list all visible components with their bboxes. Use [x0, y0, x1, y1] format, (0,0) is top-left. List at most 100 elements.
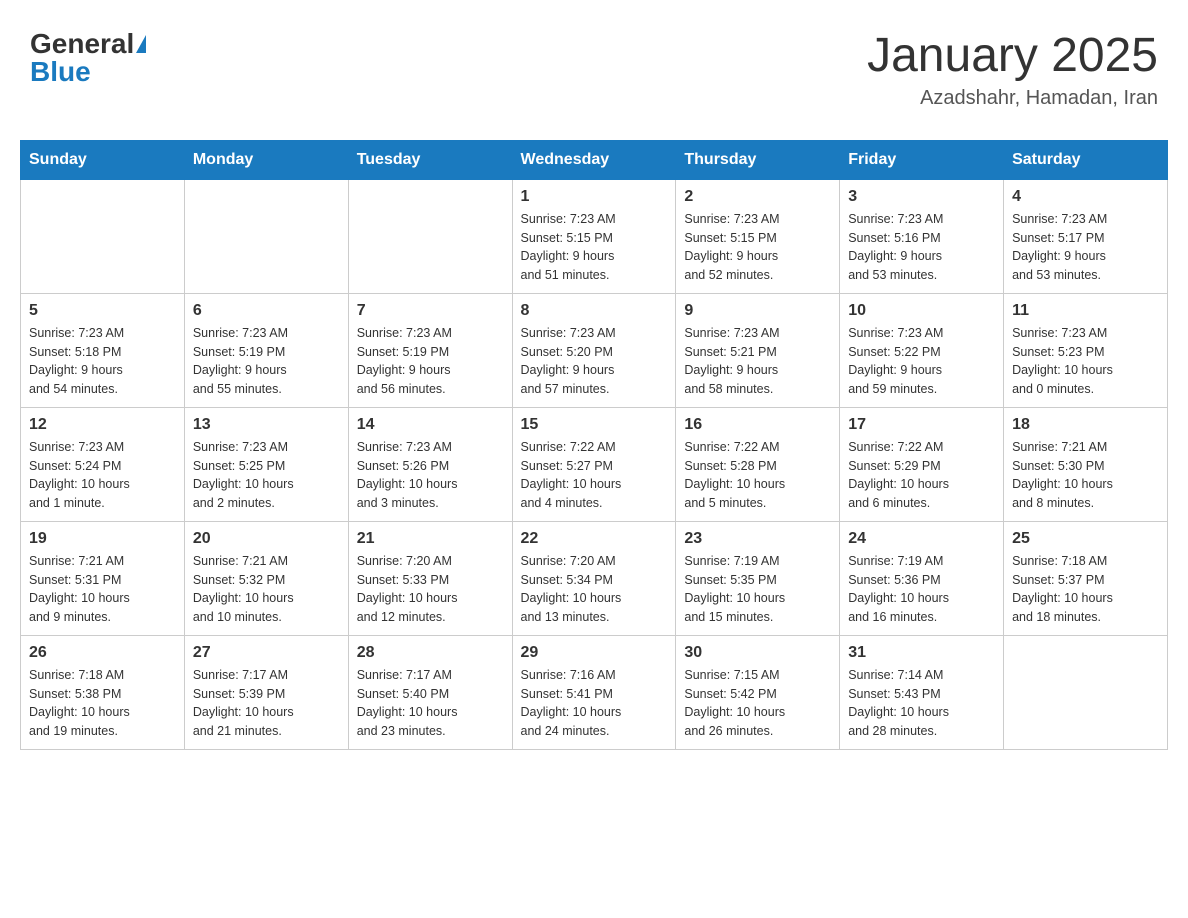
calendar-cell: 11 Sunrise: 7:23 AM Sunset: 5:23 PM Dayli…: [1004, 293, 1168, 407]
day-info: Sunrise: 7:23 AM Sunset: 5:15 PM Dayligh…: [521, 210, 668, 285]
day-of-week-header: Tuesday: [348, 140, 512, 179]
day-number: 29: [521, 644, 668, 662]
calendar-cell: 6 Sunrise: 7:23 AM Sunset: 5:19 PM Daylig…: [184, 293, 348, 407]
day-of-week-header: Friday: [840, 140, 1004, 179]
calendar-cell: 18Sunrise: 7:21 AM Sunset: 5:30 PM Dayli…: [1004, 407, 1168, 521]
calendar-cell: 21 Sunrise: 7:20 AM Sunset: 5:33 PM Dayli…: [348, 521, 512, 635]
calendar-cell: 8 Sunrise: 7:23 AM Sunset: 5:20 PM Daylig…: [512, 293, 676, 407]
day-of-week-header: Monday: [184, 140, 348, 179]
day-info: Sunrise: 7:16 AM Sunset: 5:41 PM Dayligh…: [521, 666, 668, 741]
calendar-header-row: SundayMondayTuesdayWednesdayThursdayFrid…: [21, 140, 1168, 179]
day-info: Sunrise: 7:19 AM Sunset: 5:35 PM Dayligh…: [684, 552, 831, 627]
day-info: Sunrise: 7:23 AM Sunset: 5:22 PM Dayligh…: [848, 324, 995, 399]
day-info: Sunrise: 7:23 AM Sunset: 5:23 PM Dayligh…: [1012, 324, 1159, 399]
calendar-cell: 7 Sunrise: 7:23 AM Sunset: 5:19 PM Daylig…: [348, 293, 512, 407]
day-info: Sunrise: 7:23 AM Sunset: 5:18 PM Dayligh…: [29, 324, 176, 399]
calendar-cell: [1004, 635, 1168, 749]
logo-blue-text: Blue: [30, 58, 91, 86]
month-title: January 2025: [867, 30, 1158, 83]
day-info: Sunrise: 7:23 AM Sunset: 5:20 PM Dayligh…: [521, 324, 668, 399]
day-info: Sunrise: 7:23 AM Sunset: 5:19 PM Dayligh…: [357, 324, 504, 399]
calendar-cell: 13Sunrise: 7:23 AM Sunset: 5:25 PM Dayli…: [184, 407, 348, 521]
day-number: 18: [1012, 416, 1159, 434]
day-number: 23: [684, 530, 831, 548]
day-number: 8: [521, 302, 668, 320]
calendar-cell: 5 Sunrise: 7:23 AM Sunset: 5:18 PM Daylig…: [21, 293, 185, 407]
day-number: 24: [848, 530, 995, 548]
calendar-cell: 24 Sunrise: 7:19 AM Sunset: 5:36 PM Dayli…: [840, 521, 1004, 635]
day-number: 6: [193, 302, 340, 320]
day-number: 7: [357, 302, 504, 320]
day-info: Sunrise: 7:20 AM Sunset: 5:34 PM Dayligh…: [521, 552, 668, 627]
day-info: Sunrise: 7:23 AM Sunset: 5:24 PM Dayligh…: [29, 438, 176, 513]
day-number: 19: [29, 530, 176, 548]
day-of-week-header: Sunday: [21, 140, 185, 179]
calendar-cell: 31Sunrise: 7:14 AM Sunset: 5:43 PM Dayli…: [840, 635, 1004, 749]
calendar-week-row: 26 Sunrise: 7:18 AM Sunset: 5:38 PM Dayli…: [21, 635, 1168, 749]
calendar-table: SundayMondayTuesdayWednesdayThursdayFrid…: [20, 140, 1168, 750]
calendar-cell: 10 Sunrise: 7:23 AM Sunset: 5:22 PM Dayli…: [840, 293, 1004, 407]
logo-general-text: General: [30, 30, 134, 58]
logo-triangle-icon: [136, 35, 146, 53]
day-info: Sunrise: 7:23 AM Sunset: 5:25 PM Dayligh…: [193, 438, 340, 513]
day-number: 26: [29, 644, 176, 662]
calendar-cell: 4 Sunrise: 7:23 AM Sunset: 5:17 PM Daylig…: [1004, 179, 1168, 293]
day-info: Sunrise: 7:20 AM Sunset: 5:33 PM Dayligh…: [357, 552, 504, 627]
calendar-cell: 14Sunrise: 7:23 AM Sunset: 5:26 PM Dayli…: [348, 407, 512, 521]
day-number: 17: [848, 416, 995, 434]
day-info: Sunrise: 7:23 AM Sunset: 5:15 PM Dayligh…: [684, 210, 831, 285]
day-of-week-header: Wednesday: [512, 140, 676, 179]
calendar-week-row: 19Sunrise: 7:21 AM Sunset: 5:31 PM Dayli…: [21, 521, 1168, 635]
day-info: Sunrise: 7:23 AM Sunset: 5:17 PM Dayligh…: [1012, 210, 1159, 285]
day-number: 4: [1012, 188, 1159, 206]
day-number: 20: [193, 530, 340, 548]
calendar-cell: 26 Sunrise: 7:18 AM Sunset: 5:38 PM Dayli…: [21, 635, 185, 749]
calendar-cell: 23 Sunrise: 7:19 AM Sunset: 5:35 PM Dayli…: [676, 521, 840, 635]
calendar-cell: 16 Sunrise: 7:22 AM Sunset: 5:28 PM Dayli…: [676, 407, 840, 521]
day-info: Sunrise: 7:23 AM Sunset: 5:19 PM Dayligh…: [193, 324, 340, 399]
day-info: Sunrise: 7:22 AM Sunset: 5:28 PM Dayligh…: [684, 438, 831, 513]
day-number: 15: [521, 416, 668, 434]
day-number: 16: [684, 416, 831, 434]
page-header: General Blue January 2025 Azadshahr, Ham…: [20, 20, 1168, 120]
calendar-cell: 9Sunrise: 7:23 AM Sunset: 5:21 PM Daylig…: [676, 293, 840, 407]
day-number: 3: [848, 188, 995, 206]
calendar-cell: 28Sunrise: 7:17 AM Sunset: 5:40 PM Dayli…: [348, 635, 512, 749]
day-number: 5: [29, 302, 176, 320]
title-block: January 2025 Azadshahr, Hamadan, Iran: [867, 30, 1158, 110]
day-number: 31: [848, 644, 995, 662]
day-of-week-header: Saturday: [1004, 140, 1168, 179]
calendar-cell: 30Sunrise: 7:15 AM Sunset: 5:42 PM Dayli…: [676, 635, 840, 749]
calendar-cell: 22 Sunrise: 7:20 AM Sunset: 5:34 PM Dayli…: [512, 521, 676, 635]
day-info: Sunrise: 7:17 AM Sunset: 5:39 PM Dayligh…: [193, 666, 340, 741]
calendar-cell: [184, 179, 348, 293]
calendar-cell: 17 Sunrise: 7:22 AM Sunset: 5:29 PM Dayli…: [840, 407, 1004, 521]
calendar-cell: 20 Sunrise: 7:21 AM Sunset: 5:32 PM Dayli…: [184, 521, 348, 635]
day-number: 10: [848, 302, 995, 320]
calendar-week-row: 1 Sunrise: 7:23 AM Sunset: 5:15 PM Daylig…: [21, 179, 1168, 293]
day-info: Sunrise: 7:23 AM Sunset: 5:26 PM Dayligh…: [357, 438, 504, 513]
day-number: 22: [521, 530, 668, 548]
calendar-cell: 2Sunrise: 7:23 AM Sunset: 5:15 PM Daylig…: [676, 179, 840, 293]
day-number: 21: [357, 530, 504, 548]
day-number: 27: [193, 644, 340, 662]
calendar-cell: [348, 179, 512, 293]
calendar-cell: 3 Sunrise: 7:23 AM Sunset: 5:16 PM Daylig…: [840, 179, 1004, 293]
day-number: 11: [1012, 302, 1159, 320]
day-info: Sunrise: 7:19 AM Sunset: 5:36 PM Dayligh…: [848, 552, 995, 627]
calendar-cell: [21, 179, 185, 293]
day-number: 25: [1012, 530, 1159, 548]
calendar-week-row: 12Sunrise: 7:23 AM Sunset: 5:24 PM Dayli…: [21, 407, 1168, 521]
calendar-cell: 29 Sunrise: 7:16 AM Sunset: 5:41 PM Dayli…: [512, 635, 676, 749]
location-text: Azadshahr, Hamadan, Iran: [867, 87, 1158, 110]
day-of-week-header: Thursday: [676, 140, 840, 179]
day-info: Sunrise: 7:23 AM Sunset: 5:16 PM Dayligh…: [848, 210, 995, 285]
day-info: Sunrise: 7:18 AM Sunset: 5:38 PM Dayligh…: [29, 666, 176, 741]
day-number: 1: [521, 188, 668, 206]
calendar-cell: 19Sunrise: 7:21 AM Sunset: 5:31 PM Dayli…: [21, 521, 185, 635]
day-info: Sunrise: 7:22 AM Sunset: 5:29 PM Dayligh…: [848, 438, 995, 513]
calendar-cell: 25Sunrise: 7:18 AM Sunset: 5:37 PM Dayli…: [1004, 521, 1168, 635]
day-info: Sunrise: 7:15 AM Sunset: 5:42 PM Dayligh…: [684, 666, 831, 741]
day-info: Sunrise: 7:21 AM Sunset: 5:32 PM Dayligh…: [193, 552, 340, 627]
calendar-cell: 12Sunrise: 7:23 AM Sunset: 5:24 PM Dayli…: [21, 407, 185, 521]
